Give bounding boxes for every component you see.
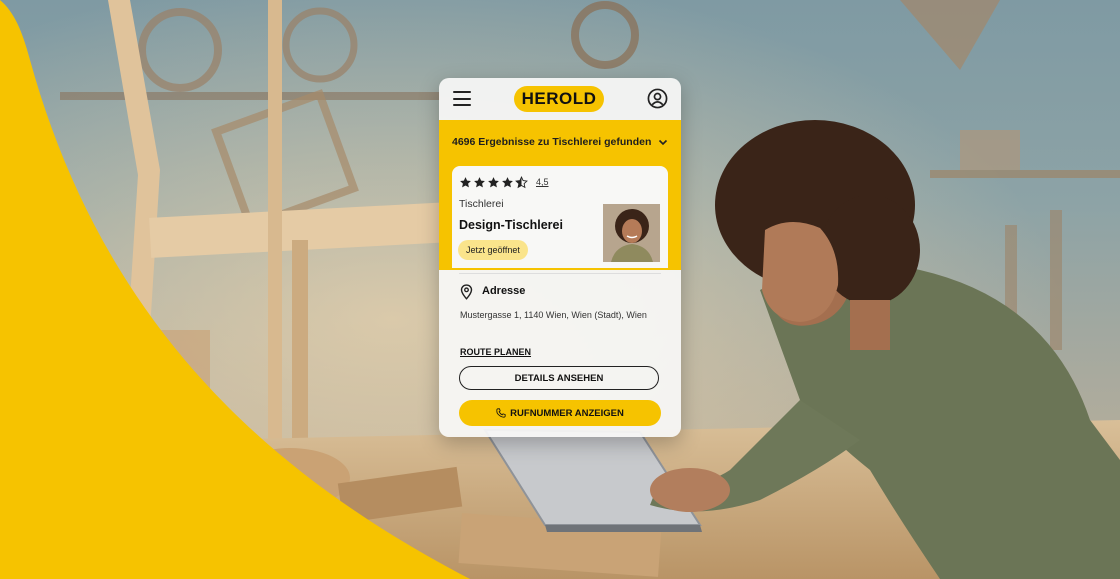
location-pin-icon: [460, 284, 473, 300]
star-icon: [488, 177, 499, 188]
business-category: Tischlerei: [459, 198, 504, 210]
details-button[interactable]: DETAILS ANSEHEN: [459, 366, 659, 390]
star-icon: [460, 177, 471, 188]
address-label: Adresse: [482, 285, 526, 297]
address-text: Mustergasse 1, 1140 Wien, Wien (Stadt), …: [460, 310, 647, 320]
business-name[interactable]: Design-Tischlerei: [459, 218, 563, 232]
herold-logo[interactable]: HEROLD: [514, 86, 604, 112]
route-planen-link[interactable]: ROUTE PLANEN: [460, 347, 531, 357]
phone-button-label: RUFNUMMER ANZEIGEN: [510, 407, 624, 419]
user-profile-icon[interactable]: [647, 88, 668, 109]
search-result-card: HEROLD 4696 Ergebnisse zu Tischlerei gef…: [439, 78, 681, 437]
hamburger-menu-icon[interactable]: [453, 91, 471, 106]
phone-number-button[interactable]: RUFNUMMER ANZEIGEN: [459, 400, 661, 426]
chevron-down-icon[interactable]: [657, 136, 669, 148]
listing-header[interactable]: 4,5 Tischlerei Design-Tischlerei Jetzt g…: [452, 166, 668, 268]
phone-icon: [496, 408, 506, 418]
star-icon: [502, 177, 513, 188]
rating-value[interactable]: 4,5: [536, 177, 549, 187]
open-status-badge: Jetzt geöffnet: [458, 240, 528, 260]
results-count[interactable]: 4696 Ergebnisse zu Tischlerei gefunden: [452, 136, 651, 148]
app-header: HEROLD: [439, 78, 681, 120]
section-divider: [459, 273, 661, 274]
star-icon: [474, 177, 485, 188]
business-photo: [603, 204, 660, 262]
half-star-icon: [515, 176, 528, 189]
rating-stars: [459, 176, 528, 189]
